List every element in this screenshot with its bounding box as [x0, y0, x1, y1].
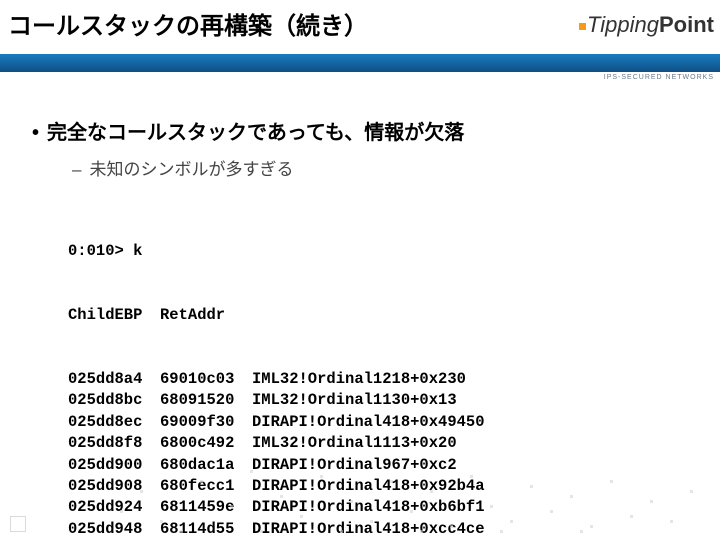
cell-retaddr: 6800c492 [160, 433, 252, 454]
cell-childebp: 025dd948 [68, 519, 160, 540]
brand-prefix: Tipping [587, 12, 659, 37]
cell-retaddr: 68091520 [160, 390, 252, 411]
cell-childebp: 025dd8a4 [68, 369, 160, 390]
cell-symbol: DIRAPI!Ordinal418+0xb6bf1 [252, 497, 485, 518]
bullet-dot-icon: • [32, 122, 39, 144]
cell-childebp: 025dd924 [68, 497, 160, 518]
corner-glyph [10, 516, 26, 532]
cell-retaddr: 68114d55 [160, 519, 252, 540]
bullet-level-1-text: 完全なコールスタックであっても、情報が欠落 [47, 122, 464, 144]
brand-suffix: Point [659, 12, 714, 37]
code-row: 025dd8f86800c492IML32!Ordinal1113+0x20 [68, 433, 700, 454]
col-childebp: ChildEBP [68, 305, 160, 326]
header: コールスタックの再構築（続き） TippingPoint [0, 0, 720, 54]
bullet-level-2: –未知のシンボルが多すぎる [72, 155, 700, 180]
brand-logo: TippingPoint [579, 12, 714, 38]
code-row: 025dd908680fecc1DIRAPI!Ordinal418+0x92b4… [68, 476, 700, 497]
bullet-level-2-text: 未知のシンボルが多すぎる [89, 160, 293, 179]
cell-retaddr: 69010c03 [160, 369, 252, 390]
code-prompt-text: 0:010> k [68, 241, 142, 262]
code-prompt: 0:010> k [68, 241, 700, 262]
brand-tagline: IPS-SECURED NETWORKS [604, 74, 714, 81]
cell-childebp: 025dd8f8 [68, 433, 160, 454]
cell-symbol: IML32!Ordinal1130+0x13 [252, 390, 457, 411]
cell-childebp: 025dd8bc [68, 390, 160, 411]
code-row: 025dd8a469010c03IML32!Ordinal1218+0x230 [68, 369, 700, 390]
slide: コールスタックの再構築（続き） TippingPoint IPS-SECURED… [0, 0, 720, 540]
cell-symbol: IML32!Ordinal1218+0x230 [252, 369, 466, 390]
cell-retaddr: 680dac1a [160, 455, 252, 476]
cell-symbol: DIRAPI!Ordinal967+0xc2 [252, 455, 457, 476]
bullet-dash-icon: – [72, 160, 81, 179]
code-row: 025dd9246811459eDIRAPI!Ordinal418+0xb6bf… [68, 497, 700, 518]
cell-symbol: DIRAPI!Ordinal418+0x49450 [252, 412, 485, 433]
cell-retaddr: 680fecc1 [160, 476, 252, 497]
col-retaddr: RetAddr [160, 305, 252, 326]
cell-retaddr: 69009f30 [160, 412, 252, 433]
slide-title: コールスタックの再構築（続き） [8, 6, 368, 41]
content: • 完全なコールスタックであっても、情報が欠落 –未知のシンボルが多すぎる 0:0… [32, 116, 700, 540]
cell-symbol: DIRAPI!Ordinal418+0xcc4ce [252, 519, 485, 540]
cell-symbol: IML32!Ordinal1113+0x20 [252, 433, 457, 454]
code-row: 025dd900680dac1aDIRAPI!Ordinal967+0xc2 [68, 455, 700, 476]
code-row: 025dd94868114d55DIRAPI!Ordinal418+0xcc4c… [68, 519, 700, 540]
brand-dot-icon [579, 23, 586, 30]
code-block: 0:010> k ChildEBPRetAddr 025dd8a469010c0… [68, 198, 700, 540]
code-row: 025dd8bc68091520IML32!Ordinal1130+0x13 [68, 390, 700, 411]
bullet-level-1: • 完全なコールスタックであっても、情報が欠落 [32, 116, 700, 145]
header-stripe [0, 54, 720, 72]
cell-retaddr: 6811459e [160, 497, 252, 518]
code-header: ChildEBPRetAddr [68, 305, 700, 326]
code-row: 025dd8ec69009f30DIRAPI!Ordinal418+0x4945… [68, 412, 700, 433]
cell-childebp: 025dd8ec [68, 412, 160, 433]
cell-childebp: 025dd908 [68, 476, 160, 497]
cell-childebp: 025dd900 [68, 455, 160, 476]
cell-symbol: DIRAPI!Ordinal418+0x92b4a [252, 476, 485, 497]
